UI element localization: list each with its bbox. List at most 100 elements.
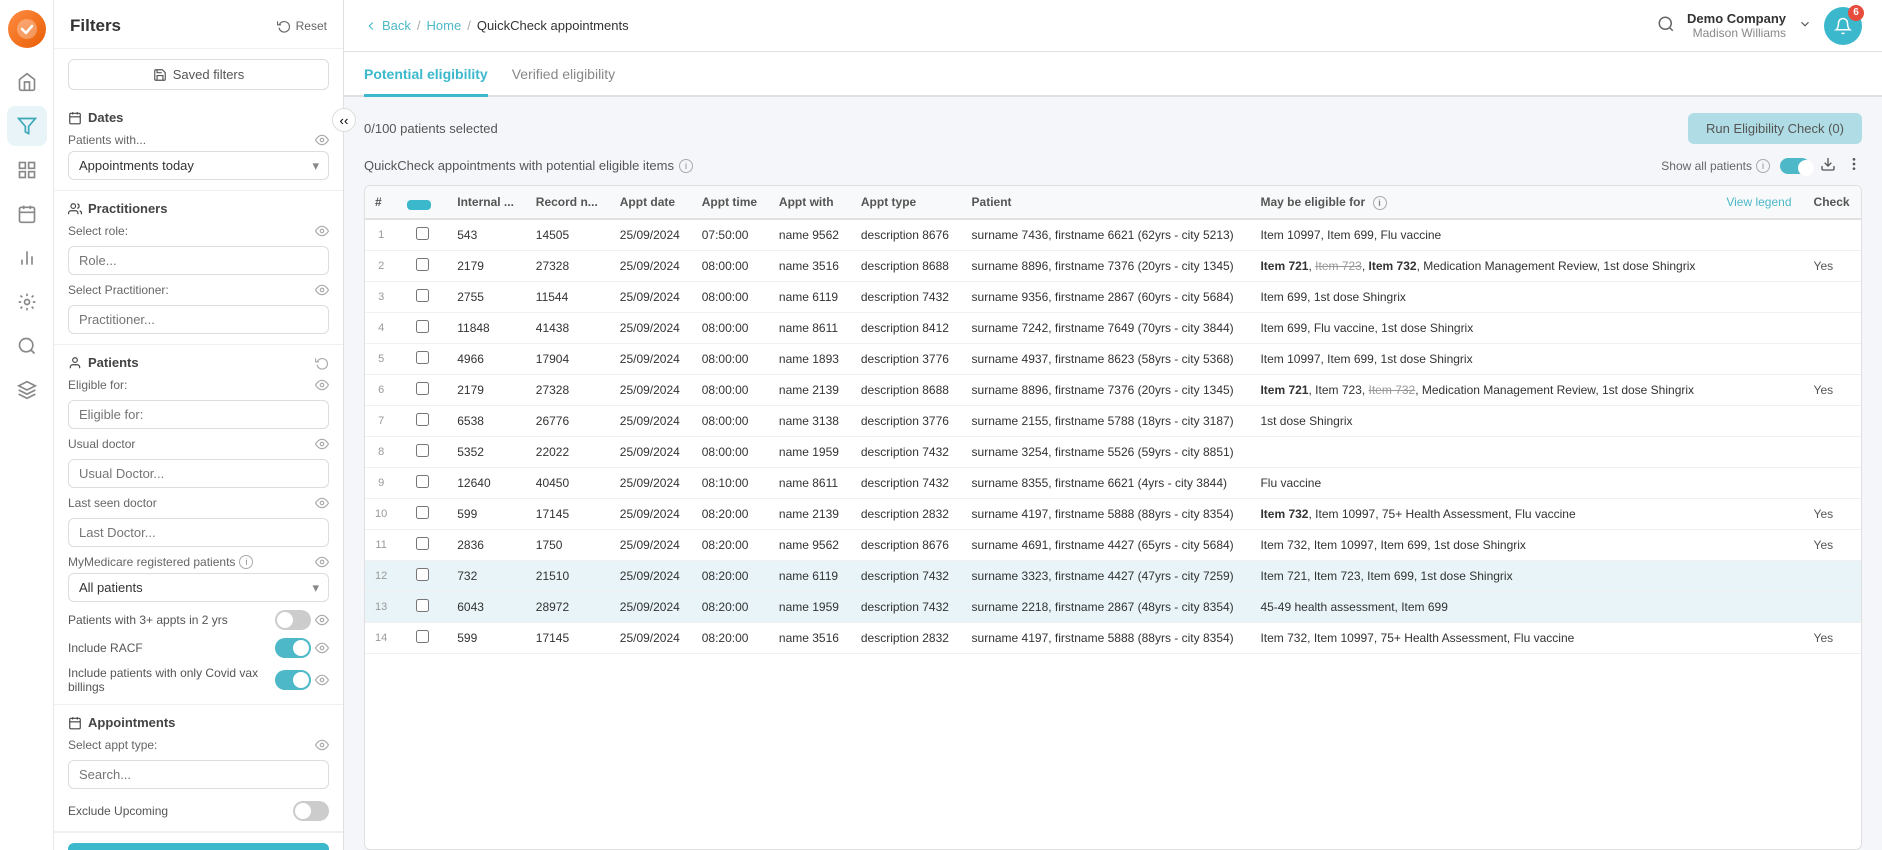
row-internal: 543 — [447, 219, 526, 251]
row-number: 10 — [365, 499, 397, 530]
row-checkbox[interactable] — [416, 227, 429, 240]
eye-icon-elig — [315, 378, 329, 392]
col-check: Check — [1804, 186, 1861, 219]
eligible-col-info-icon: i — [1373, 196, 1387, 210]
row-number: 12 — [365, 561, 397, 592]
last-seen-input[interactable] — [68, 518, 329, 547]
patients-section-title: Patients — [68, 355, 329, 370]
run-eligibility-button[interactable]: Run Eligibility Check (0) — [1688, 113, 1862, 144]
row-checkbox[interactable] — [416, 289, 429, 302]
col-view-legend: View legend — [1716, 186, 1803, 219]
exclude-upcoming-toggle[interactable] — [293, 801, 329, 821]
table-row: 549661790425/09/202408:00:00name 1893des… — [365, 344, 1861, 375]
nav-calendar-btn[interactable] — [7, 194, 47, 234]
table-info-icon: i — [679, 159, 693, 173]
row-legend-cell — [1716, 561, 1803, 592]
page-title: QuickCheck appointments — [477, 18, 629, 33]
row-checkbox[interactable] — [416, 537, 429, 550]
view-legend-link[interactable]: View legend — [1726, 195, 1791, 209]
row-internal: 2755 — [447, 282, 526, 313]
table-row: 221792732825/09/202408:00:00name 3516des… — [365, 251, 1861, 282]
patients-with-label: Patients with... — [68, 133, 146, 147]
row-internal: 732 — [447, 561, 526, 592]
account-dropdown-button[interactable] — [1798, 17, 1812, 34]
download-button[interactable] — [1820, 156, 1836, 175]
row-appt-time: 08:00:00 — [692, 406, 769, 437]
nav-chart-btn[interactable] — [7, 238, 47, 278]
row-appt-date: 25/09/2024 — [610, 282, 692, 313]
dates-section: Dates Patients with... Appointments toda… — [54, 100, 343, 191]
nav-search-btn[interactable] — [7, 326, 47, 366]
row-internal: 2836 — [447, 530, 526, 561]
notification-button[interactable]: 6 — [1824, 7, 1862, 45]
reset-button[interactable]: Reset — [277, 19, 327, 33]
table-row: 105991714525/09/202408:20:00name 2139des… — [365, 499, 1861, 530]
eligible-input[interactable] — [68, 400, 329, 429]
row-check-value — [1804, 592, 1861, 623]
nav-home-btn[interactable] — [7, 62, 47, 102]
refresh-patients-icon[interactable] — [315, 356, 329, 370]
more-options-button[interactable] — [1846, 156, 1862, 175]
tab-potential-eligibility[interactable]: Potential eligibility — [364, 52, 488, 97]
row-eligible-for: Item 732, Item 10997, Item 699, 1st dose… — [1250, 530, 1716, 561]
nav-layers-btn[interactable] — [7, 370, 47, 410]
nav-grid-btn[interactable] — [7, 150, 47, 190]
patients-3plus-toggle[interactable] — [275, 610, 311, 630]
row-appt-date: 25/09/2024 — [610, 406, 692, 437]
row-checkbox[interactable] — [416, 568, 429, 581]
sidebar-collapse-button[interactable]: ‹‹ — [332, 108, 356, 132]
appointments-table-wrap: # Internal ... Record n... Appt date App… — [364, 185, 1862, 850]
practitioners-title: Practitioners — [68, 201, 329, 216]
tab-verified-eligibility[interactable]: Verified eligibility — [512, 52, 616, 97]
include-racf-toggle[interactable] — [275, 638, 311, 658]
row-eligible-for: Item 699, Flu vaccine, 1st dose Shingrix — [1250, 313, 1716, 344]
topbar-search-button[interactable] — [1657, 15, 1675, 36]
row-checkbox[interactable] — [416, 506, 429, 519]
row-check-value: Yes — [1804, 251, 1861, 282]
practitioner-input[interactable] — [68, 305, 329, 334]
usual-doctor-label: Usual doctor — [68, 437, 135, 451]
row-appt-date: 25/09/2024 — [610, 499, 692, 530]
row-record: 21510 — [526, 561, 610, 592]
usual-doctor-input[interactable] — [68, 459, 329, 488]
row-internal: 5352 — [447, 437, 526, 468]
table-row: 1360432897225/09/202408:20:00name 1959de… — [365, 592, 1861, 623]
row-checkbox[interactable] — [416, 599, 429, 612]
row-checkbox[interactable] — [416, 413, 429, 426]
row-appt-time: 08:00:00 — [692, 313, 769, 344]
eye-icon-covid — [315, 673, 329, 687]
back-button[interactable]: Back — [364, 18, 411, 33]
row-eligible-for: Item 721, Item 723, Item 732, Medication… — [1250, 251, 1716, 282]
home-link[interactable]: Home — [427, 18, 462, 33]
row-check-value: Yes — [1804, 499, 1861, 530]
row-checkbox[interactable] — [416, 444, 429, 457]
appt-type-search[interactable] — [68, 760, 329, 789]
show-all-toggle[interactable] — [1780, 158, 1810, 174]
search-button[interactable]: Search — [68, 843, 329, 850]
select-all-button[interactable] — [407, 200, 431, 210]
row-checkbox[interactable] — [416, 351, 429, 364]
row-checkbox[interactable] — [416, 258, 429, 271]
saved-filters-button[interactable]: Saved filters — [68, 59, 329, 90]
row-number: 5 — [365, 344, 397, 375]
row-checkbox[interactable] — [416, 630, 429, 643]
row-checkbox[interactable] — [416, 382, 429, 395]
row-legend-cell — [1716, 623, 1803, 654]
nav-settings-btn[interactable] — [7, 282, 47, 322]
appointments-filter-select[interactable]: Appointments today — [68, 151, 329, 180]
include-racf-label: Include RACF — [68, 641, 275, 655]
mymedicare-select[interactable]: All patients — [68, 573, 329, 602]
row-number: 8 — [365, 437, 397, 468]
row-patient: surname 8896, firstname 7376 (20yrs - ci… — [962, 251, 1251, 282]
row-checkbox[interactable] — [416, 475, 429, 488]
role-input[interactable] — [68, 246, 329, 275]
last-seen-label: Last seen doctor — [68, 496, 157, 510]
row-patient: surname 9356, firstname 2867 (60yrs - ci… — [962, 282, 1251, 313]
nav-filter-btn[interactable] — [7, 106, 47, 146]
row-checkbox[interactable] — [416, 320, 429, 333]
include-covid-toggle[interactable] — [275, 670, 311, 690]
row-checkbox-cell — [397, 561, 447, 592]
row-check-value — [1804, 406, 1861, 437]
row-appt-date: 25/09/2024 — [610, 437, 692, 468]
row-record: 17904 — [526, 344, 610, 375]
